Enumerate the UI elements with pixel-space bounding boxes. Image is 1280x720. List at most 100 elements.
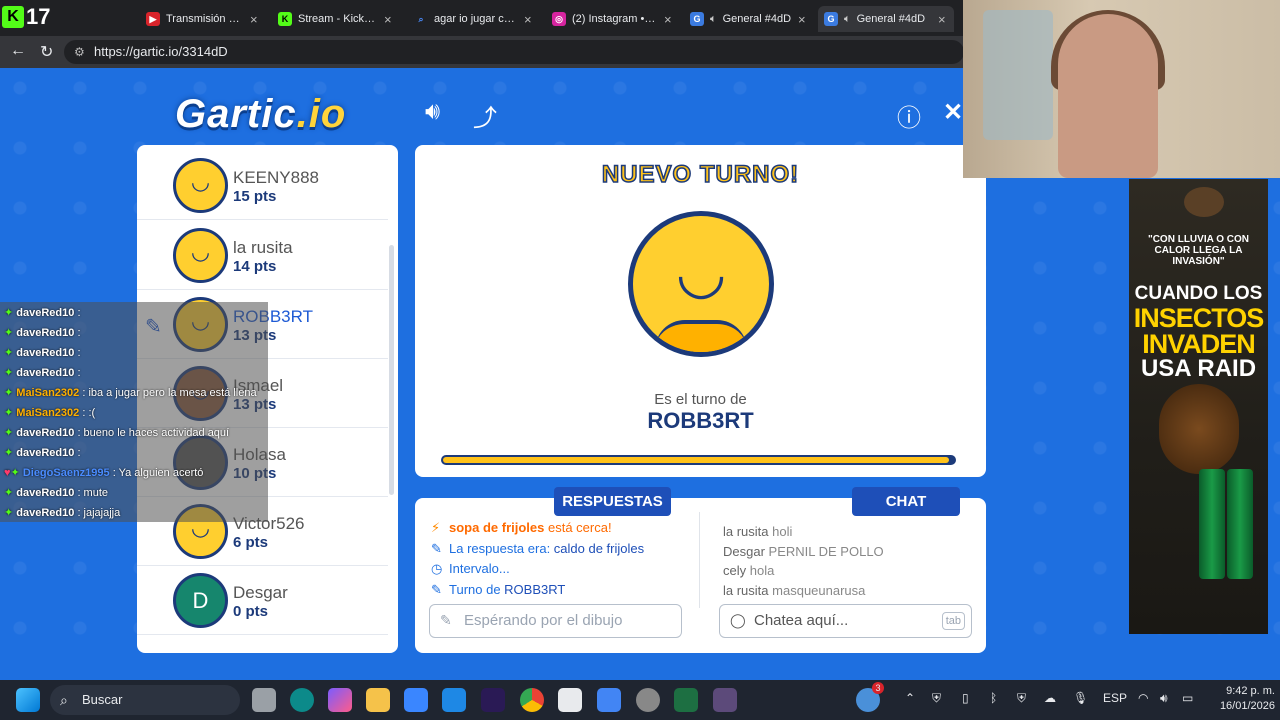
obs-icon[interactable] (636, 688, 660, 712)
tab-title: Transmisión en vivo (166, 13, 244, 25)
overlay-line: ✦ daveRed10 : mute (4, 486, 108, 499)
diamond-icon: ✦ (4, 507, 14, 519)
taskbar-clock[interactable]: 9:42 p. m. 16/01/2026 (1203, 684, 1275, 714)
search-placeholder: Buscar (82, 692, 123, 707)
answers-chat-panel: RESPUESTAS CHAT ⚡︎ sopa de frijoles está … (415, 487, 986, 653)
url-field[interactable]: ⚙ https://gartic.io/3314dD (64, 40, 964, 64)
turn-timer-bar (441, 455, 956, 465)
clock-icon: ◷ (431, 561, 443, 576)
player-row: ◡ la rusita 14 pts (137, 221, 388, 290)
usb-icon[interactable]: ▯ (962, 691, 969, 705)
tab-title: (2) Instagram • Me (572, 13, 658, 25)
microphone-icon[interactable]: 🎙︎ (1073, 691, 1088, 705)
close-icon[interactable]: × (798, 12, 808, 27)
app-icon[interactable] (713, 688, 737, 712)
players-scrollbar[interactable] (389, 245, 394, 495)
instagram-icon: ◎ (552, 12, 566, 26)
battery-icon[interactable]: ▭ (1182, 691, 1193, 705)
edge-icon[interactable] (290, 688, 314, 712)
clock-time: 9:42 p. m. (1226, 685, 1275, 697)
overlay-message: : Ya alguien acertó (112, 467, 204, 479)
close-guess: sopa de frijoles (449, 520, 545, 535)
site-info-icon[interactable]: ⚙ (74, 40, 85, 64)
store-icon[interactable] (404, 688, 428, 712)
notes-icon[interactable] (597, 688, 621, 712)
overlay-line: ♥✦ DiegoSaenz1995 : Ya alguien acertó (4, 466, 203, 479)
excel-icon[interactable] (674, 688, 698, 712)
chat-line: Desgar PERNIL DE POLLO (723, 542, 963, 562)
wifi-icon[interactable]: ◠ (1138, 691, 1148, 705)
turn-player: ROBB3RT (504, 581, 566, 597)
chat-message: masqueunarusa (772, 582, 866, 598)
kick-viewer-count: 17 (26, 4, 51, 29)
back-icon[interactable]: ← (10, 42, 26, 60)
language-indicator[interactable]: ESP (1103, 691, 1127, 705)
sound-icon[interactable]: 🔊︎ (425, 98, 440, 126)
tab-gartic-1[interactable]: G 🔈︎ General #4dD × (684, 6, 814, 32)
chrome-icon[interactable] (520, 688, 544, 712)
chevron-up-icon[interactable]: ⌃ (905, 691, 915, 705)
diamond-icon: ✦ (4, 427, 14, 439)
diamond-icon: ✦ (4, 447, 14, 459)
close-icon[interactable]: ✕ (943, 98, 963, 127)
overlay-message: : bueno le haces actividad aquí (77, 427, 230, 439)
player-points: 15 pts (233, 188, 277, 205)
chat-bubble-icon: ◯ (730, 612, 746, 628)
cloud-icon[interactable]: ☁ (1044, 691, 1056, 705)
tab-instagram[interactable]: ◎ (2) Instagram • Me × (546, 6, 680, 32)
diamond-icon: ✦ (4, 387, 14, 399)
premiere-icon[interactable] (481, 688, 505, 712)
tab-transmision[interactable]: ▶ Transmisión en vivo × (140, 6, 266, 32)
turn-player-name: ROBB3RT (647, 408, 754, 433)
lightning-icon: ⚡︎ (431, 520, 441, 535)
close-icon[interactable]: × (384, 12, 394, 27)
turn-subtitle: Es el turno de (654, 391, 747, 408)
overlay-user: daveRed10 (16, 327, 75, 339)
close-icon[interactable]: × (250, 12, 260, 27)
panel-divider (699, 512, 700, 608)
tab-kick-dashboard[interactable]: K Stream - Kick Dash × (272, 6, 400, 32)
turn-prefix: Turno de (449, 581, 505, 597)
spray-can-icon (1227, 469, 1253, 579)
capcut-icon[interactable] (558, 688, 582, 712)
avatar-shirt (655, 320, 747, 352)
taskbar-search[interactable]: ⌕ Buscar (50, 685, 240, 715)
outlook-icon[interactable] (442, 688, 466, 712)
chat-line: la rusita holi (723, 522, 963, 542)
close-icon[interactable]: × (524, 12, 534, 27)
overlay-message: : (77, 307, 81, 319)
tab-agar-search[interactable]: ⌕ agar io jugar con a × (408, 6, 540, 32)
task-view-icon[interactable] (252, 688, 276, 712)
overlay-message: : (77, 347, 81, 359)
chat-input[interactable]: ◯ Chatea aquí... tab (719, 604, 972, 638)
diamond-icon: ✦ (4, 487, 14, 499)
player-row: D Desgar 0 pts (137, 566, 388, 635)
interval-text: Intervalo... (449, 561, 510, 576)
turn-title: NUEVO TURNO! (601, 160, 800, 189)
chat-message: hola (749, 563, 775, 578)
overlay-line: ✦ daveRed10 : (4, 346, 81, 359)
answer-close: ⚡︎ sopa de frijoles está cerca! (431, 518, 681, 539)
windows-start-icon[interactable] (16, 688, 40, 712)
copilot-icon[interactable] (328, 688, 352, 712)
bluetooth-icon[interactable]: ᛒ (990, 691, 997, 705)
file-explorer-icon[interactable] (366, 688, 390, 712)
reload-icon[interactable]: ↻ (40, 42, 53, 62)
chat-header: CHAT (852, 487, 960, 516)
chat-user: Desgar (723, 543, 765, 559)
info-icon[interactable]: ⓘ (897, 98, 921, 133)
close-icon[interactable]: × (664, 12, 674, 27)
share-icon[interactable]: ⤴ (473, 98, 497, 133)
answer-interval: ◷ Intervalo... (431, 559, 681, 580)
diamond-icon: ✦ (4, 407, 14, 419)
volume-icon[interactable]: 🔊︎ (1160, 691, 1168, 706)
drawer-avatar: ◡ (628, 211, 774, 357)
tab-gartic-2[interactable]: G 🔈︎ General #4dD × (818, 6, 954, 32)
security-icon[interactable]: ⛨ (932, 691, 941, 706)
answer-input[interactable]: ✎ Espérando por el dibujo (429, 604, 682, 638)
raid-advertisement[interactable]: "CON LLUVIA O CON CALOR LLEGA LA INVASIÓ… (1129, 179, 1268, 634)
close-icon[interactable]: × (938, 12, 948, 27)
tab-key-hint: tab (941, 612, 965, 630)
answers-log: ⚡︎ sopa de frijoles está cerca! ✎ La respu… (431, 518, 681, 600)
defender-icon[interactable]: ⛨ (1017, 691, 1026, 706)
